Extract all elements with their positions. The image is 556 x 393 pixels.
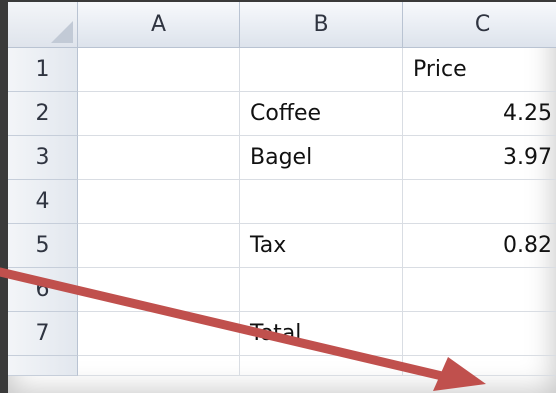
column-header-a[interactable]: A xyxy=(78,2,240,48)
cell-b8-partial[interactable] xyxy=(240,356,403,376)
cell-c7[interactable] xyxy=(403,312,556,356)
cell-b5[interactable]: Tax xyxy=(240,224,403,268)
cell-a7[interactable] xyxy=(78,312,240,356)
cell-a1[interactable] xyxy=(78,48,240,92)
select-all-triangle-icon xyxy=(51,21,73,43)
cell-grid: A B C 1 Price 2 Coffee 4.25 3 Bagel 3.97… xyxy=(8,2,556,376)
cell-a3[interactable] xyxy=(78,136,240,180)
cell-c3[interactable]: 3.97 xyxy=(403,136,556,180)
column-header-b[interactable]: B xyxy=(240,2,403,48)
cell-b1[interactable] xyxy=(240,48,403,92)
row-header-3[interactable]: 3 xyxy=(8,136,78,180)
cell-b2[interactable]: Coffee xyxy=(240,92,403,136)
cell-c2[interactable]: 4.25 xyxy=(403,92,556,136)
cell-b7[interactable]: Total xyxy=(240,312,403,356)
row-header-4[interactable]: 4 xyxy=(8,180,78,224)
cell-b6[interactable] xyxy=(240,268,403,312)
cell-a2[interactable] xyxy=(78,92,240,136)
cell-a5[interactable] xyxy=(78,224,240,268)
cell-c8-partial[interactable] xyxy=(403,356,556,376)
row-header-1[interactable]: 1 xyxy=(8,48,78,92)
cell-a4[interactable] xyxy=(78,180,240,224)
cell-c1[interactable]: Price xyxy=(403,48,556,92)
spreadsheet: A B C 1 Price 2 Coffee 4.25 3 Bagel 3.97… xyxy=(8,2,556,393)
row-header-5[interactable]: 5 xyxy=(8,224,78,268)
row-header-8-partial[interactable] xyxy=(8,356,78,376)
row-header-7[interactable]: 7 xyxy=(8,312,78,356)
cell-b4[interactable] xyxy=(240,180,403,224)
column-header-c[interactable]: C xyxy=(403,2,556,48)
cell-a6[interactable] xyxy=(78,268,240,312)
row-header-2[interactable]: 2 xyxy=(8,92,78,136)
row-header-6[interactable]: 6 xyxy=(8,268,78,312)
cell-b3[interactable]: Bagel xyxy=(240,136,403,180)
cell-a8-partial[interactable] xyxy=(78,356,240,376)
select-all-button[interactable] xyxy=(8,2,78,48)
cell-c6[interactable] xyxy=(403,268,556,312)
cell-c4[interactable] xyxy=(403,180,556,224)
cell-c5[interactable]: 0.82 xyxy=(403,224,556,268)
